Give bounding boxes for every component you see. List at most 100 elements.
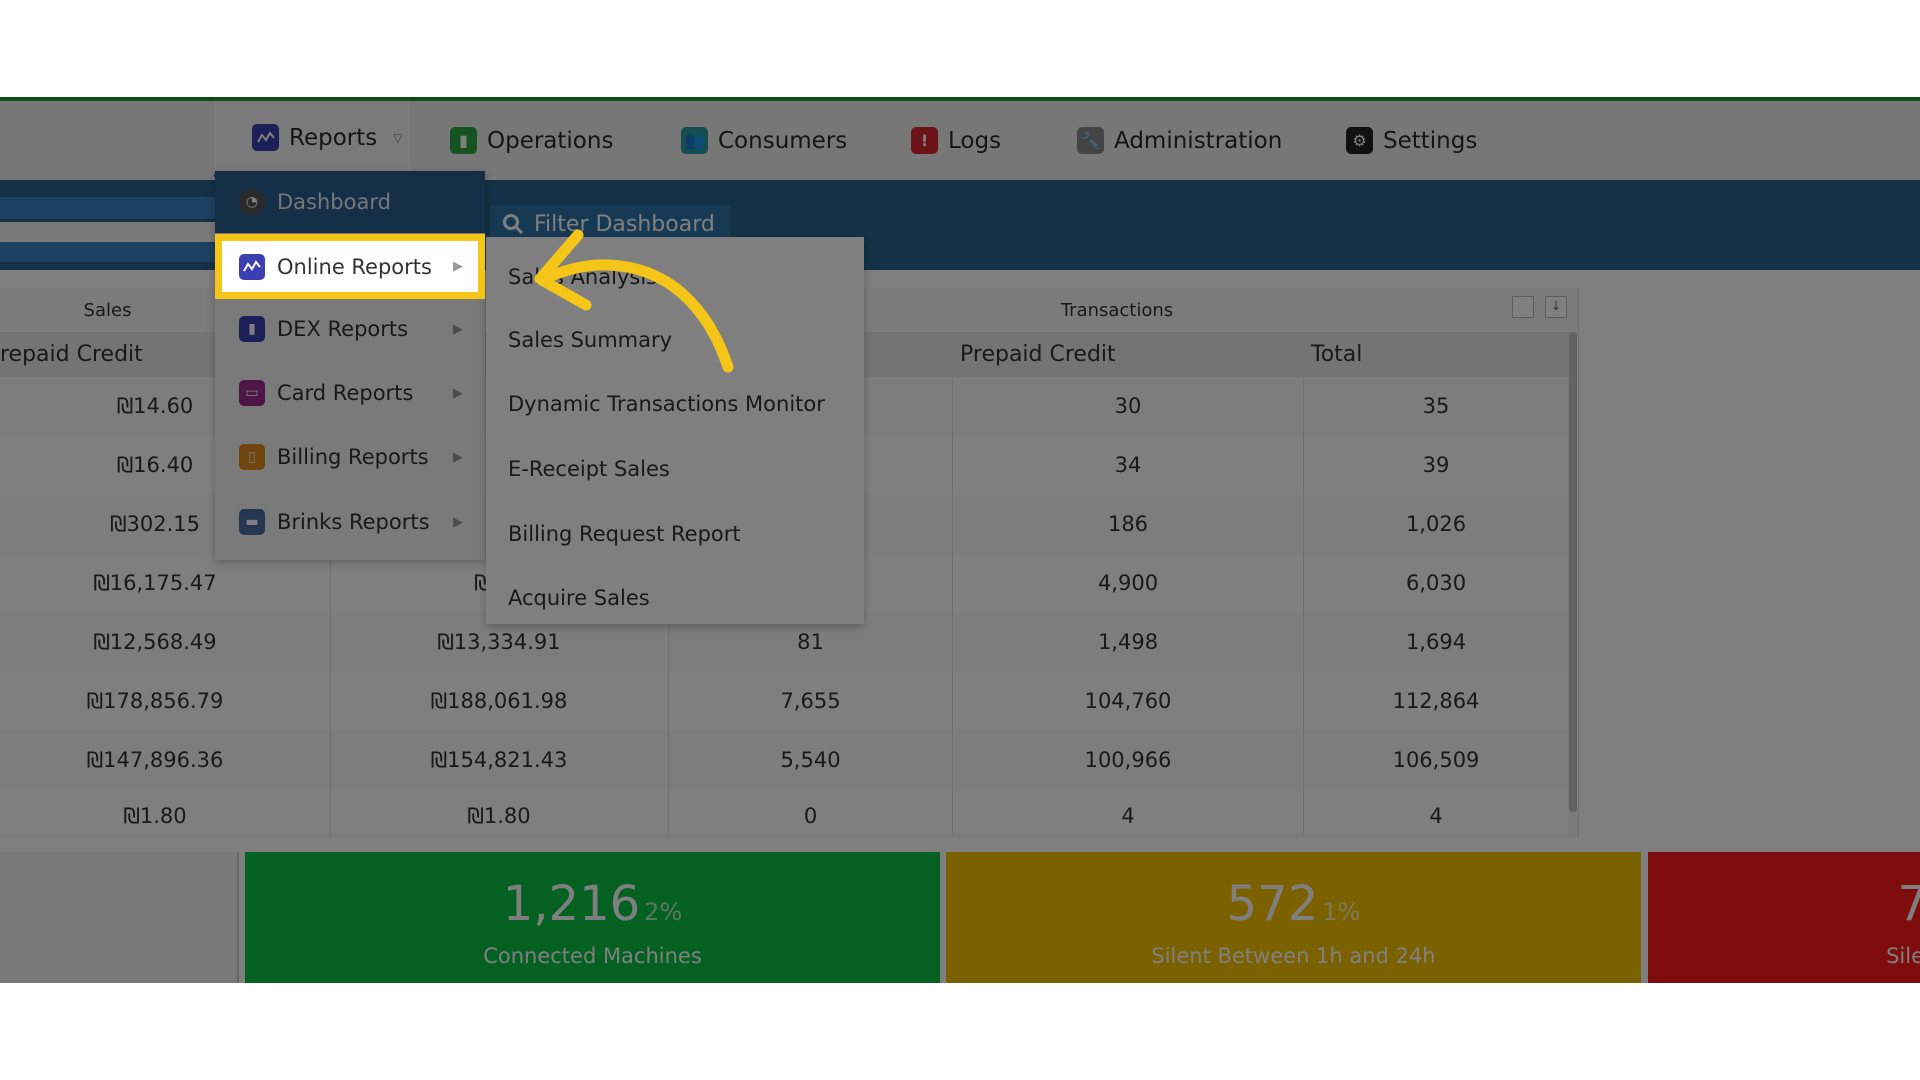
chart-line-icon xyxy=(252,124,279,151)
column-divider xyxy=(668,731,669,790)
table-cell: 4 xyxy=(1121,804,1135,828)
column-divider xyxy=(952,613,953,672)
card-connected-machines[interactable]: 1,216 2% Connected Machines xyxy=(245,852,940,983)
toolbar-stripe xyxy=(0,197,215,219)
card-silent[interactable]: 7 Sile xyxy=(1648,852,1920,983)
column-divider xyxy=(1303,731,1304,790)
group-header-sales: Sales xyxy=(83,299,132,321)
table-cell: 34 xyxy=(1114,453,1142,477)
table-row[interactable]: ₪1.80 ₪1.80 0 4 4 xyxy=(0,790,1568,834)
table-cell: 4,900 xyxy=(1097,571,1159,595)
group-header-transactions: Transactions xyxy=(1060,299,1174,321)
submenu-item-acquire-sales[interactable]: Acquire Sales xyxy=(508,578,650,618)
tutorial-arrow-icon xyxy=(534,229,734,373)
table-cell: ₪12,568.49 xyxy=(93,630,217,654)
app-window: Reports ▽ ▮ Operations 👥 Consumers ! Log… xyxy=(0,97,1920,983)
nav-operations[interactable]: ▮ Operations xyxy=(450,101,613,180)
card-blank xyxy=(0,852,239,983)
status-cards: 1,216 2% Connected Machines 572 1% Silent … xyxy=(0,852,1920,983)
card-value-row: 7 xyxy=(1897,878,1920,930)
table-cell: ₪1.80 xyxy=(467,804,531,828)
bar-chart-icon: ▮ xyxy=(239,316,265,342)
nav-consumers-label: Consumers xyxy=(718,127,848,154)
card-value: 572 xyxy=(1226,876,1319,932)
chevron-right-icon: ▶ xyxy=(453,449,463,465)
table-cell: 112,864 xyxy=(1392,689,1480,713)
chevron-down-icon: ▽ xyxy=(393,130,403,145)
clipboard-icon: ▮ xyxy=(450,127,477,154)
card-label: Sile xyxy=(1886,944,1920,968)
menu-item-billing-reports[interactable]: ▯ Billing Reports ▶ xyxy=(215,426,485,488)
card-label: Silent Between 1h and 24h xyxy=(1151,944,1436,968)
column-divider xyxy=(330,731,331,790)
submenu-item-dynamic-transactions-monitor[interactable]: Dynamic Transactions Monitor xyxy=(508,384,825,424)
menu-item-dex-reports[interactable]: ▮ DEX Reports ▶ xyxy=(215,298,485,360)
table-cell: ₪178,856.79 xyxy=(86,689,224,713)
table-cell: 6,030 xyxy=(1405,571,1467,595)
menu-item-online-reports[interactable]: Online Reports ▶ xyxy=(215,234,485,299)
card-icon: ▭ xyxy=(239,380,265,406)
reports-dropdown: ◔ Dashboard ▮ DEX Reports ▶ ▭ Card Repor… xyxy=(215,171,485,560)
column-divider xyxy=(952,495,953,554)
table-cell: 106,509 xyxy=(1392,748,1480,772)
card-silent-1h-24h[interactable]: 572 1% Silent Between 1h and 24h xyxy=(946,852,1641,983)
table-cell: 1,694 xyxy=(1405,630,1467,654)
table-cell: ₪147,896.36 xyxy=(86,748,224,772)
column-divider xyxy=(952,554,953,613)
table-cell: 39 xyxy=(1422,453,1450,477)
column-divider xyxy=(330,672,331,731)
table-row[interactable]: ₪147,896.36 ₪154,821.43 5,540 100,966 10… xyxy=(0,731,1568,790)
card-value-row: 1,216 2% xyxy=(245,878,940,938)
column-divider xyxy=(952,436,953,495)
card-value: 7 xyxy=(1897,876,1920,932)
nav-reports[interactable]: Reports ▽ xyxy=(214,101,410,177)
table-cell: 100,966 xyxy=(1084,748,1172,772)
nav-administration[interactable]: 🔧 Administration xyxy=(1077,101,1282,180)
download-icon[interactable]: ↓ xyxy=(1545,296,1567,318)
nav-reports-label: Reports xyxy=(289,124,378,151)
menu-item-brinks-reports[interactable]: ▬ Brinks Reports ▶ xyxy=(215,491,485,553)
nav-consumers[interactable]: 👥 Consumers xyxy=(681,101,847,180)
table-cell: 1,498 xyxy=(1097,630,1159,654)
column-header[interactable]: Prepaid Credit xyxy=(960,332,1116,377)
table-cell: ₪1.80 xyxy=(123,804,187,828)
column-header[interactable]: Total xyxy=(1311,332,1362,377)
menu-item-label: DEX Reports xyxy=(277,317,409,341)
table-cell: 7,655 xyxy=(780,689,841,713)
menu-item-label: Brinks Reports xyxy=(277,510,430,534)
menu-item-label: Card Reports xyxy=(277,381,414,405)
menu-item-dashboard[interactable]: ◔ Dashboard xyxy=(215,171,485,233)
table-cell: 4 xyxy=(1429,804,1443,828)
panel-maximize-icon[interactable] xyxy=(1512,296,1534,318)
nav-administration-label: Administration xyxy=(1114,127,1283,154)
speedometer-icon: ◔ xyxy=(239,189,265,215)
column-divider xyxy=(952,377,953,436)
menu-item-card-reports[interactable]: ▭ Card Reports ▶ xyxy=(215,362,485,424)
table-row[interactable]: ₪178,856.79 ₪188,061.98 7,655 104,760 11… xyxy=(0,672,1568,731)
card-value: 1,216 xyxy=(502,876,641,932)
menu-item-label: Billing Reports xyxy=(277,445,429,469)
toolbar-stripe xyxy=(0,242,215,262)
table-scrollbar[interactable] xyxy=(1569,332,1577,812)
chevron-right-icon: ▶ xyxy=(453,385,463,401)
table-cell: 104,760 xyxy=(1084,689,1172,713)
column-divider xyxy=(952,672,953,731)
column-divider xyxy=(668,790,669,834)
column-divider xyxy=(1303,554,1304,613)
submenu-item-billing-request-report[interactable]: Billing Request Report xyxy=(508,514,741,554)
column-divider xyxy=(952,731,953,790)
nav-settings[interactable]: ⚙ Settings xyxy=(1346,101,1477,180)
table-cell: 0 xyxy=(803,804,818,828)
nav-logs[interactable]: ! Logs xyxy=(911,101,1001,180)
card-label: Connected Machines xyxy=(483,944,702,968)
table-cell: ₪188,061.98 xyxy=(430,689,568,713)
card-percent: 2% xyxy=(644,898,683,926)
card-value-row: 572 1% xyxy=(946,878,1641,938)
chevron-right-icon: ▶ xyxy=(453,514,463,530)
top-nav: Reports ▽ ▮ Operations 👥 Consumers ! Log… xyxy=(0,101,1920,180)
column-header[interactable]: repaid Credit xyxy=(0,332,143,377)
screenshot: Reports ▽ ▮ Operations 👥 Consumers ! Log… xyxy=(0,0,1920,1080)
table-cell: 30 xyxy=(1114,394,1142,418)
users-icon: 👥 xyxy=(681,127,708,154)
submenu-item-e-receipt-sales[interactable]: E-Receipt Sales xyxy=(508,449,670,489)
